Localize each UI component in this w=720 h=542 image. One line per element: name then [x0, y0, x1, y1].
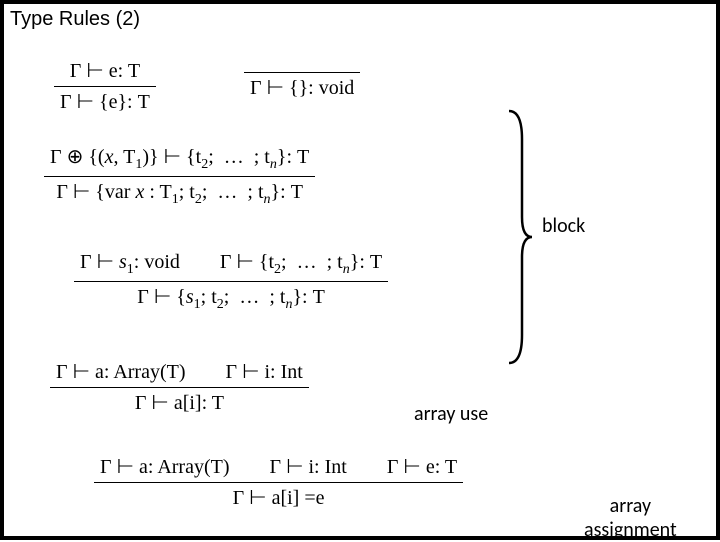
rule-premise: Γ ⊢ a: Array(T) Γ ⊢ i: Int Γ ⊢ e: T: [94, 454, 463, 482]
premise-part: Γ ⊢ i: Int: [226, 361, 303, 383]
premise-part: Γ ⊢ {t2; … ; tn}: T: [220, 251, 382, 273]
brace-icon: [504, 109, 534, 365]
rule-block-empty: Γ ⊢ {}: void: [244, 72, 360, 101]
rule-conclusion: Γ ⊢ {s1; t2; … ; tn}: T: [74, 281, 388, 314]
premise-part: Γ ⊢ e: T: [387, 456, 457, 478]
rules-area: Γ ⊢ e: T Γ ⊢ {e}: T Γ ⊢ {}: void Γ ⊕ {(x…: [44, 54, 696, 516]
label-line: assignment: [584, 518, 677, 542]
rule-block-seq: Γ ⊢ s1: void Γ ⊢ {t2; … ; tn}: T Γ ⊢ {s1;…: [74, 249, 388, 314]
premise-part: Γ ⊢ a: Array(T): [100, 456, 230, 478]
rule-premise: Γ ⊢ e: T: [54, 58, 156, 86]
rule-array-assign: Γ ⊢ a: Array(T) Γ ⊢ i: Int Γ ⊢ e: T Γ ⊢ a[…: [94, 454, 463, 511]
label-block: block: [542, 214, 585, 238]
premise-part: Γ ⊢ s1: void: [80, 251, 180, 273]
rule-premise: Γ ⊢ a: Array(T) Γ ⊢ i: Int: [50, 359, 309, 387]
premise-part: Γ ⊢ i: Int: [270, 456, 347, 478]
slide-frame: Type Rules (2) Γ ⊢ e: T Γ ⊢ {e}: T Γ ⊢ {…: [0, 0, 720, 540]
rule-conclusion: Γ ⊢ {e}: T: [54, 86, 156, 115]
rule-premise: Γ ⊕ {(x, T1)} ⊢ {t2; … ; tn}: T: [44, 144, 315, 176]
rule-block-var: Γ ⊕ {(x, T1)} ⊢ {t2; … ; tn}: T Γ ⊢ {var…: [44, 144, 315, 209]
label-line: array: [610, 494, 651, 518]
label-array-assignment: array assignment: [584, 494, 677, 542]
label-array-use: array use: [414, 402, 488, 426]
rule-conclusion: Γ ⊢ {var x : T1; t2; … ; tn}: T: [44, 176, 315, 209]
slide-title: Type Rules (2): [10, 8, 140, 31]
rule-conclusion: Γ ⊢ a[i]: T: [50, 387, 309, 416]
rule-conclusion: Γ ⊢ a[i] =e: [94, 482, 463, 511]
rule-array-use: Γ ⊢ a: Array(T) Γ ⊢ i: Int Γ ⊢ a[i]: T: [50, 359, 309, 416]
rule-block-single: Γ ⊢ e: T Γ ⊢ {e}: T: [54, 58, 156, 115]
rule-premise: Γ ⊢ s1: void Γ ⊢ {t2; … ; tn}: T: [74, 249, 388, 281]
premise-part: Γ ⊢ a: Array(T): [56, 361, 186, 383]
rule-conclusion: Γ ⊢ {}: void: [244, 72, 360, 101]
